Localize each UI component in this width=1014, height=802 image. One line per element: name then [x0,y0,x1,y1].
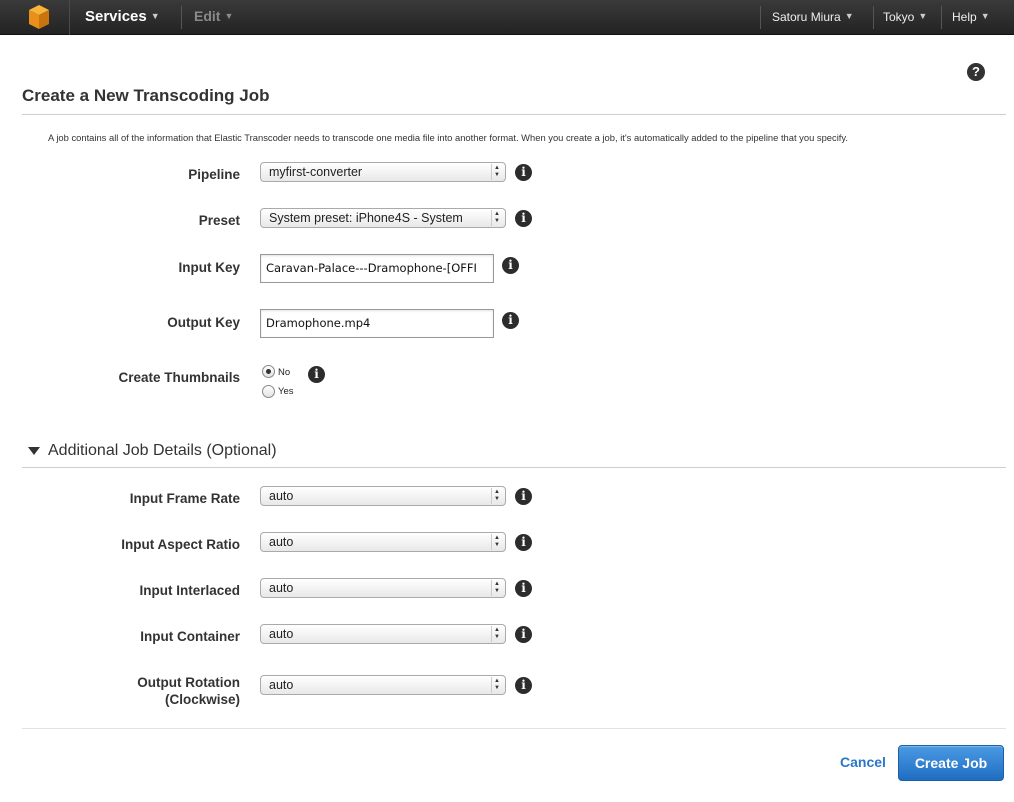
info-icon[interactable]: i [515,677,532,694]
pipeline-value: myfirst-converter [269,165,363,179]
thumbnails-yes-radio[interactable] [262,385,275,398]
input-key-label: Input Key [178,260,240,275]
output-rotation-label-line2: (Clockwise) [164,692,240,707]
aws-cube-icon [29,5,49,29]
edit-menu[interactable]: Edit ▼ [194,0,233,35]
select-arrows-icon: ▲ ▼ [491,210,502,226]
nav-divider [181,6,182,29]
page-description: A job contains all of the information th… [48,132,848,143]
nav-divider [873,6,874,29]
select-arrows-icon: ▲ ▼ [491,580,502,596]
input-container-label: Input Container [140,629,240,644]
output-key-label: Output Key [167,315,240,330]
pipeline-label: Pipeline [188,167,240,182]
info-icon[interactable]: i [502,257,519,274]
nav-divider [760,6,761,29]
services-menu[interactable]: Services ▼ [85,0,160,35]
help-menu[interactable]: Help ▼ [952,0,990,35]
output-rotation-label-line1: Output Rotation [137,675,240,690]
thumbnails-yes-label: Yes [278,386,294,397]
input-aspect-ratio-label: Input Aspect Ratio [121,537,240,552]
output-rotation-value: auto [269,678,294,692]
chevron-down-icon: ▼ [150,11,160,21]
top-navbar: Services ▼ Edit ▼ Satoru Miura ▼ Tokyo ▼ Hel… [0,0,1014,35]
chevron-down-icon: ▼ [980,11,990,21]
input-container-value: auto [269,627,294,641]
input-frame-rate-select[interactable]: auto ▲ ▼ [260,486,506,506]
create-thumbnails-label: Create Thumbnails [118,370,240,385]
footer-divider [22,728,1006,729]
input-frame-rate-label: Input Frame Rate [129,491,240,506]
info-icon[interactable]: i [515,534,532,551]
info-icon[interactable]: i [308,366,325,383]
input-interlaced-label: Input Interlaced [139,583,240,598]
user-label: Satoru Miura [772,10,841,24]
edit-label: Edit [194,8,221,24]
input-aspect-ratio-value: auto [269,535,294,549]
title-divider [22,114,1006,115]
info-icon[interactable]: i [502,312,519,329]
input-interlaced-value: auto [269,581,294,595]
region-menu[interactable]: Tokyo ▼ [883,0,927,35]
region-label: Tokyo [883,10,915,24]
select-arrows-icon: ▲ ▼ [491,488,502,504]
info-icon[interactable]: i [515,626,532,643]
output-rotation-label: Output Rotation (Clockwise) [40,675,240,707]
select-arrows-icon: ▲ ▼ [491,534,502,550]
thumbnails-no-radio[interactable] [262,365,275,378]
thumbnails-no-label: No [278,367,291,378]
output-rotation-select[interactable]: auto ▲ ▼ [260,675,506,695]
input-frame-rate-value: auto [269,489,294,503]
services-label: Services [85,8,147,25]
info-icon[interactable]: i [515,210,532,227]
page-title: Create a New Transcoding Job [22,86,270,105]
preset-select[interactable]: System preset: iPhone4S - System ▲ ▼ [260,208,506,228]
info-icon[interactable]: i [515,488,532,505]
create-job-button[interactable]: Create Job [898,745,1004,781]
info-icon[interactable]: i [515,580,532,597]
select-arrows-icon: ▲ ▼ [491,164,502,180]
collapse-triangle-icon[interactable] [28,447,40,455]
info-icon[interactable]: i [515,164,532,181]
input-key-field[interactable]: Caravan-Palace---Dramophone-[OFFI [260,254,494,283]
preset-value: System preset: iPhone4S - System [269,211,463,225]
cancel-link[interactable]: Cancel [840,754,886,770]
input-interlaced-select[interactable]: auto ▲ ▼ [260,578,506,598]
chevron-down-icon: ▼ [844,11,854,21]
help-circle-icon[interactable]: ? [967,63,985,81]
output-key-field[interactable]: Dramophone.mp4 [260,309,494,338]
help-label: Help [952,10,977,24]
aws-logo-button[interactable] [0,0,70,35]
user-menu[interactable]: Satoru Miura ▼ [772,0,854,35]
additional-details-toggle[interactable]: Additional Job Details (Optional) [48,442,277,460]
nav-divider [941,6,942,29]
section-divider [22,467,1006,468]
chevron-down-icon: ▼ [918,11,928,21]
pipeline-select[interactable]: myfirst-converter ▲ ▼ [260,162,506,182]
preset-label: Preset [198,213,240,228]
select-arrows-icon: ▲ ▼ [491,677,502,693]
input-aspect-ratio-select[interactable]: auto ▲ ▼ [260,532,506,552]
input-container-select[interactable]: auto ▲ ▼ [260,624,506,644]
chevron-down-icon: ▼ [224,11,234,21]
select-arrows-icon: ▲ ▼ [491,626,502,642]
